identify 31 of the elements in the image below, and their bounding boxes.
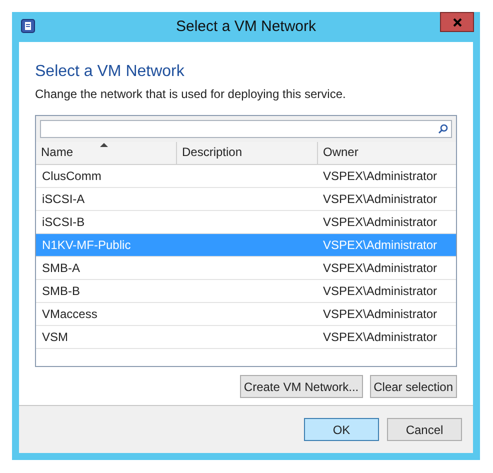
column-header[interactable]: Description [177,142,318,164]
close-icon [452,18,462,26]
table-cell-text: VSPEX\Administrator [322,191,438,208]
table-cell-text: VSPEX\Administrator [322,283,438,300]
table-cell-text: N1KV-MF-Public [41,237,132,254]
column-header[interactable]: Owner [318,142,456,164]
dialog-button[interactable]: Cancel [387,418,462,441]
table-cell-text: SMB-A [41,260,82,277]
close-button[interactable] [440,12,474,32]
dialog-subtitle: Change the network that is used for deploying this service. [35,86,347,103]
column-header[interactable]: Name [36,142,177,164]
table-cell-text: VSPEX\Administrator [322,237,438,254]
table-cell-text: VMaccess [41,306,98,323]
list-action-button[interactable]: Create VM Network... [240,375,363,398]
dialog-button[interactable]: OK [304,418,379,441]
table-cell-text: SMB-B [41,283,82,300]
search-icon [438,124,448,134]
window-icon [21,19,35,33]
table-cell-text: VSPEX\Administrator [322,260,438,277]
table-cell-text: iSCSI-B [41,214,86,231]
table-cell-text: VSPEX\Administrator [322,214,438,231]
table-cell-text: VSM [41,329,70,346]
table-cell-text: VSPEX\Administrator [322,329,438,346]
window-title: Select a VM Network [176,16,316,37]
list-action-button[interactable]: Clear selection [370,375,457,398]
search-field[interactable] [40,120,452,138]
table-cell-text: VSPEX\Administrator [322,306,438,323]
dialog-heading: Select a VM Network [35,62,186,82]
table-cell-text: iSCSI-A [41,191,86,208]
table-cell-text: VSPEX\Administrator [322,168,438,185]
table-cell-text: ClusComm [41,168,102,185]
